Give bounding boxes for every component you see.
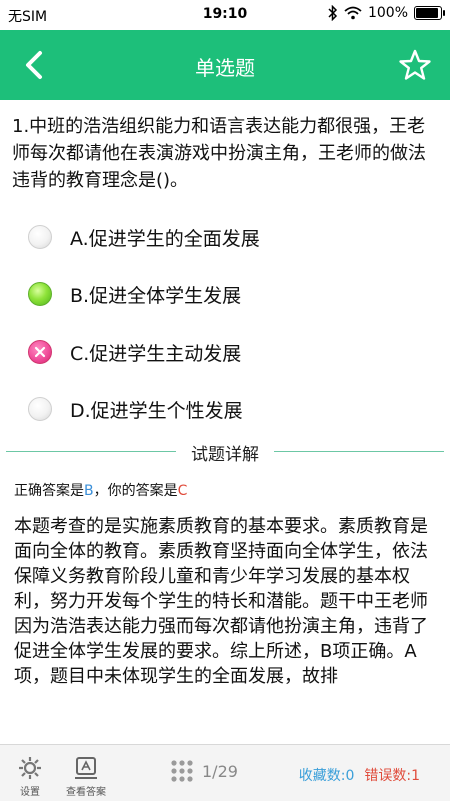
grid-icon: [171, 760, 193, 782]
radio-wrong-icon: [28, 340, 52, 364]
view-answer-label: 查看答案: [66, 787, 106, 798]
page-title: 单选题: [195, 56, 255, 80]
answer-card-icon: [75, 757, 97, 779]
option-label: C.促进学生主动发展: [70, 342, 242, 365]
explanation-body: 本题考查的是实施素质教育的基本要求。素质教育是面向全体的教育。素质教育坚持面向全…: [14, 516, 428, 687]
status-bar: 无SIM 19:10 100%: [0, 0, 450, 30]
star-outline-icon[interactable]: [398, 48, 432, 82]
battery-icon: [414, 6, 445, 20]
view-answer-button[interactable]: 查看答案: [66, 755, 106, 798]
counts: 收藏数:0 错误数:1: [299, 765, 420, 785]
page-number: 1/29: [202, 761, 238, 781]
option-label: D.促进学生个性发展: [70, 399, 243, 422]
settings-button[interactable]: 设置: [16, 755, 44, 798]
gear-icon: [19, 757, 41, 779]
status-right: 100%: [328, 5, 445, 21]
option-b[interactable]: B.促进全体学生发展: [28, 276, 428, 312]
user-answer: C: [177, 483, 188, 499]
option-c[interactable]: C.促进学生主动发展: [28, 334, 428, 370]
battery-percent: 100%: [367, 5, 408, 21]
settings-label: 设置: [20, 787, 40, 798]
correct-answer: B: [84, 483, 94, 499]
answer-separator: ，你的答案是: [93, 483, 178, 499]
radio-empty-icon: [28, 225, 52, 249]
nav-bar: 单选题: [0, 30, 450, 100]
wifi-icon: [344, 6, 362, 20]
bluetooth-icon: [328, 5, 338, 21]
divider-line: [274, 451, 444, 452]
radio-correct-icon: [28, 282, 52, 306]
option-a[interactable]: A.促进学生的全面发展: [28, 219, 428, 255]
favorites-count: 收藏数:0: [298, 768, 355, 784]
question-text: 1.中班的浩浩组织能力和语言表达能力都很强，王老师每次都请他在表演游戏中扮演主角…: [12, 116, 426, 191]
cross-icon: [34, 346, 46, 358]
option-label: A.促进学生的全面发展: [70, 227, 260, 250]
explanation-divider: 试题详解: [6, 440, 444, 465]
correct-prefix: 正确答案是: [14, 483, 84, 499]
page-indicator[interactable]: 1/29: [170, 759, 238, 783]
answer-summary: 正确答案是B，你的答案是C: [14, 480, 187, 500]
radio-empty-icon: [28, 397, 52, 421]
explanation-heading: 试题详解: [191, 445, 259, 465]
errors-count: 错误数:1: [364, 768, 420, 784]
option-label: B.促进全体学生发展: [70, 284, 242, 307]
option-d[interactable]: D.促进学生个性发展: [28, 391, 428, 427]
bottom-bar: 设置 查看答案 1/29 收藏数:0 错误数:1: [0, 744, 450, 801]
